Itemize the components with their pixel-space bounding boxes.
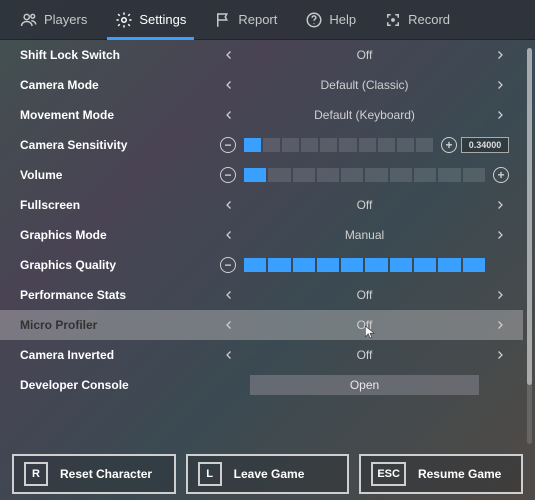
camera-mode-prev[interactable] [220,76,238,94]
tab-settings-label: Settings [139,12,186,27]
performance-stats-value: Off [238,288,491,302]
graphics-mode-label: Graphics Mode [20,228,220,242]
graphics-quality-bar[interactable] [244,258,485,272]
shift-lock-value: Off [238,48,491,62]
row-camera-mode: Camera Mode Default (Classic) [0,70,523,100]
camera-sensitivity-bar[interactable] [244,138,433,152]
resume-label: Resume Game [418,467,501,481]
tab-report[interactable]: Report [200,0,291,39]
row-graphics-mode: Graphics Mode Manual [0,220,523,250]
camera-mode-label: Camera Mode [20,78,220,92]
camera-inverted-next[interactable] [491,346,509,364]
row-graphics-quality: Graphics Quality − + [0,250,523,280]
row-fullscreen: Fullscreen Off [0,190,523,220]
tab-players[interactable]: Players [6,0,101,39]
tab-report-label: Report [238,12,277,27]
reset-character-button[interactable]: R Reset Character [12,454,176,494]
leave-label: Leave Game [234,467,305,481]
tab-players-label: Players [44,12,87,27]
tab-help-label: Help [329,12,356,27]
cursor-icon [363,323,377,341]
players-icon [20,11,38,29]
fullscreen-next[interactable] [491,196,509,214]
leave-key: L [198,462,222,486]
performance-stats-prev[interactable] [220,286,238,304]
camera-mode-value: Default (Classic) [238,78,491,92]
bottom-bar: R Reset Character L Leave Game ESC Resum… [0,454,535,494]
developer-console-open[interactable]: Open [250,375,479,395]
leave-game-button[interactable]: L Leave Game [186,454,350,494]
graphics-mode-prev[interactable] [220,226,238,244]
shift-lock-label: Shift Lock Switch [20,48,220,62]
fullscreen-value: Off [238,198,491,212]
row-micro-profiler: Micro Profiler Off [0,310,523,340]
micro-profiler-next[interactable] [491,316,509,334]
row-shift-lock: Shift Lock Switch Off [0,40,523,70]
gear-icon [115,11,133,29]
row-volume: Volume − + [0,160,523,190]
volume-bar[interactable] [244,168,485,182]
camera-sensitivity-label: Camera Sensitivity [20,138,220,152]
camera-mode-next[interactable] [491,76,509,94]
volume-plus[interactable]: + [493,167,509,183]
movement-mode-prev[interactable] [220,106,238,124]
shift-lock-prev[interactable] [220,46,238,64]
movement-mode-next[interactable] [491,106,509,124]
graphics-mode-value: Manual [238,228,491,242]
performance-stats-next[interactable] [491,286,509,304]
scrollbar[interactable] [527,48,532,444]
scrollbar-thumb[interactable] [527,48,532,385]
camera-inverted-label: Camera Inverted [20,348,220,362]
movement-mode-value: Default (Keyboard) [238,108,491,122]
reset-label: Reset Character [60,467,152,481]
micro-profiler-prev[interactable] [220,316,238,334]
tab-record-label: Record [408,12,450,27]
volume-minus[interactable]: − [220,167,236,183]
graphics-quality-minus[interactable]: − [220,257,236,273]
volume-label: Volume [20,168,220,182]
row-camera-sensitivity: Camera Sensitivity − + 0.34000 [0,130,523,160]
row-developer-console: Developer Console Open [0,370,523,400]
fullscreen-label: Fullscreen [20,198,220,212]
fullscreen-prev[interactable] [220,196,238,214]
camera-inverted-prev[interactable] [220,346,238,364]
micro-profiler-label: Micro Profiler [20,318,220,332]
settings-list: Shift Lock Switch Off Camera Mode Defaul… [0,40,523,450]
developer-console-label: Developer Console [20,378,220,392]
row-movement-mode: Movement Mode Default (Keyboard) [0,100,523,130]
performance-stats-label: Performance Stats [20,288,220,302]
tab-record[interactable]: Record [370,0,464,39]
reset-key: R [24,462,48,486]
resume-key: ESC [371,462,406,486]
shift-lock-next[interactable] [491,46,509,64]
camera-sensitivity-plus[interactable]: + [441,137,457,153]
help-icon [305,11,323,29]
flag-icon [214,11,232,29]
record-icon [384,11,402,29]
graphics-quality-label: Graphics Quality [20,258,220,272]
row-camera-inverted: Camera Inverted Off [0,340,523,370]
row-performance-stats: Performance Stats Off [0,280,523,310]
movement-mode-label: Movement Mode [20,108,220,122]
tab-help[interactable]: Help [291,0,370,39]
tab-bar: Players Settings Report Help Record [0,0,535,40]
camera-sensitivity-minus[interactable]: − [220,137,236,153]
graphics-mode-next[interactable] [491,226,509,244]
tab-settings[interactable]: Settings [101,0,200,39]
camera-sensitivity-value[interactable]: 0.34000 [461,137,509,153]
resume-game-button[interactable]: ESC Resume Game [359,454,523,494]
camera-inverted-value: Off [238,348,491,362]
